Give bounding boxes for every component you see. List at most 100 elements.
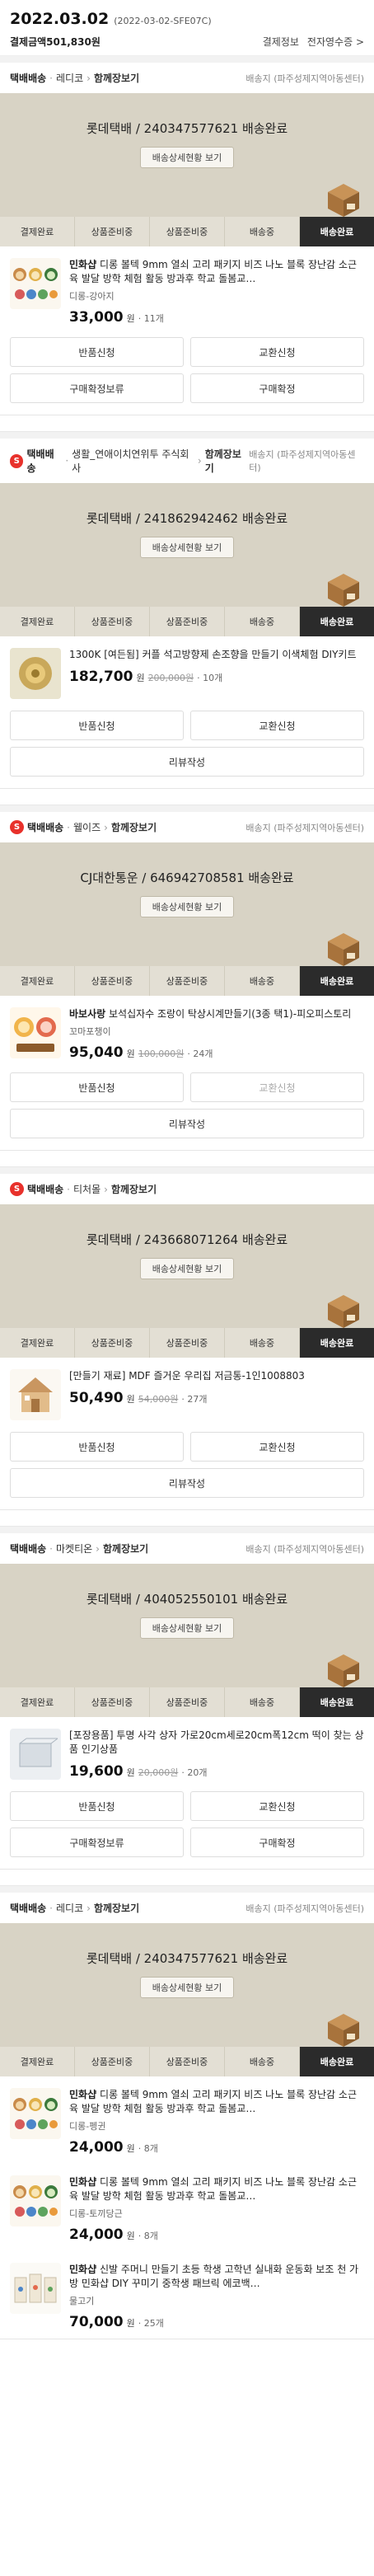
delivery-address[interactable]: 배송지 (파주성제지역아동센터) — [245, 1902, 364, 1915]
price-unit: 원 — [126, 1049, 135, 1059]
shop-together-link[interactable]: 함께장보기 — [94, 71, 139, 85]
order-action-button[interactable]: 반품신청 — [10, 1791, 184, 1821]
receipt-link[interactable]: 전자영수증 > — [307, 35, 364, 49]
seller-name[interactable]: 웰이즈 — [73, 820, 101, 834]
order-code: (2022-03-02-SFE07C) — [114, 16, 212, 26]
delivery-step: 배송완료 — [300, 1687, 374, 1717]
delivery-address[interactable]: 배송지 (파주성제지역아동센터) — [245, 821, 364, 834]
delivery-steps: 결제완료 상품준비중 상품준비중 배송중 배송완료 — [0, 2047, 374, 2076]
delivery-address[interactable]: 배송지 (파주성제지역아동센터) — [245, 1542, 364, 1555]
order-item[interactable]: 1300K [여든됨] 커플 석고방향제 손조향을 만들기 이색체험 DIY키트… — [0, 636, 374, 707]
order-action-button[interactable]: 교환신청 — [190, 1432, 364, 1462]
product-title[interactable]: 바보사랑 보석십자수 조랑이 탁상시계만들기(3종 택1)-피오피스토리 — [69, 1007, 364, 1021]
chevron-right-icon: › — [86, 72, 91, 84]
shop-together-link[interactable]: 함께장보기 — [103, 1541, 148, 1555]
product-thumbnail[interactable] — [10, 1729, 61, 1780]
order-item[interactable]: 바보사랑 보석십자수 조랑이 탁상시계만들기(3종 택1)-피오피스토리 꼬마포챙… — [0, 996, 374, 1069]
shop-together-link[interactable]: 함께장보기 — [94, 1901, 139, 1915]
seller-name[interactable]: 마켓티온 — [56, 1541, 92, 1555]
shipping-method: 택배배송 — [27, 822, 64, 833]
order-action-button[interactable]: 교환신청 — [190, 1791, 364, 1821]
order-item[interactable]: 민화샵 디롱 볼텍 9mm 열쇠 고리 패키지 비즈 나노 블록 장난감 소근육… — [0, 246, 374, 334]
order-item[interactable]: [만들기 재료] MDF 즐거운 우리집 저금통-1인1008803 50,490… — [0, 1358, 374, 1429]
product-thumbnail[interactable] — [10, 2263, 61, 2314]
delivery-detail-button[interactable]: 배송상세현황 보기 — [139, 1617, 235, 1639]
order-action-button[interactable]: 구매확정 — [190, 1828, 364, 1857]
delivery-step: 배송중 — [225, 1687, 300, 1717]
product-title[interactable]: 1300K [여든됨] 커플 석고방향제 손조향을 만들기 이색체험 DIY키트 — [69, 648, 364, 662]
shop-together-link[interactable]: 함께장보기 — [111, 1182, 157, 1196]
dot-separator-icon: · — [49, 72, 53, 84]
chevron-right-icon: > — [355, 36, 364, 48]
delivery-address[interactable]: 배송지 (파주성제지역아동센터) — [249, 448, 364, 474]
dot-separator-icon: · — [49, 1902, 53, 1914]
product-quantity: · 24개 — [187, 1049, 213, 1059]
order-action-button[interactable]: 구매확정보류 — [10, 373, 184, 403]
shop-together-link[interactable]: 함께장보기 — [205, 447, 250, 475]
product-thumbnail[interactable] — [10, 2175, 61, 2226]
product-brand: 민화샵 — [69, 259, 97, 270]
order-action-button[interactable]: 교환신청 — [190, 337, 364, 367]
seller-name[interactable]: 티처몰 — [73, 1182, 101, 1196]
section-gap — [0, 789, 374, 805]
product-title[interactable]: 민화샵 디롱 볼텍 9mm 열쇠 고리 패키지 비즈 나노 블록 장난감 소근육… — [69, 258, 364, 286]
order-action-button[interactable]: 교환신청 — [190, 711, 364, 740]
delivery-detail-button[interactable]: 배송상세현황 보기 — [139, 537, 235, 558]
product-title[interactable]: [만들기 재료] MDF 즐거운 우리집 저금통-1인1008803 — [69, 1369, 364, 1383]
product-quantity: · 11개 — [138, 313, 164, 324]
shop-together-link[interactable]: 함께장보기 — [111, 820, 157, 834]
order-summary-row: 결제금액501,830원 결제정보 전자영수증 > — [10, 35, 364, 49]
seller-name[interactable]: 레디코 — [56, 1901, 83, 1915]
dot-separator-icon: · — [65, 455, 69, 467]
order-action-button[interactable]: 구매확정보류 — [10, 1828, 184, 1857]
product-option: 디롱-토끼당근 — [69, 2208, 123, 2219]
price-row: 70,000 원 · 25개 — [69, 2314, 364, 2330]
delivery-step: 상품준비중 — [75, 217, 150, 246]
delivery-status-box: 롯데택배 / 240347577621 배송완료 배송상세현황 보기 — [0, 93, 374, 217]
order-action-button[interactable]: 리뷰작성 — [10, 747, 364, 777]
product-thumbnail[interactable] — [10, 2088, 61, 2139]
seller-name[interactable]: 레디코 — [56, 71, 83, 85]
delivery-detail-button[interactable]: 배송상세현황 보기 — [139, 1258, 235, 1279]
shipment-list: 택배배송 · 레디코 › 함께장보기 배송지 (파주성제지역아동센터) 롯데택배 / 240… — [0, 56, 374, 2339]
order-item[interactable]: [포장용품] 투명 사각 상자 가로20cm세로20cm폭12cm 떡이 찾는 … — [0, 1717, 374, 1788]
product-thumbnail[interactable] — [10, 258, 61, 309]
product-thumbnail[interactable] — [10, 1007, 61, 1058]
shipping-method: 택배배송 — [10, 73, 47, 84]
product-title[interactable]: 민화샵 신발 주머니 만들기 초등 학생 고학년 실내화 운동화 보조 천 가방… — [69, 2263, 364, 2291]
shipment-header: 택배배송 · 레디코 › 함께장보기 배송지 (파주성제지역아동센터) — [0, 63, 374, 93]
order-action-button[interactable]: 반품신청 — [10, 711, 184, 740]
product-price: 24,000 — [69, 2139, 124, 2156]
order-action-button[interactable]: 반품신청 — [10, 337, 184, 367]
order-action-button[interactable]: 반품신청 — [10, 1072, 184, 1102]
product-price: 24,000 — [69, 2226, 124, 2243]
delivery-detail-button[interactable]: 배송상세현황 보기 — [139, 147, 235, 168]
shipment-card: 택배배송 · 레디코 › 함께장보기 배송지 (파주성제지역아동센터) 롯데택배 / 240… — [0, 1893, 374, 2339]
delivery-detail-button[interactable]: 배송상세현황 보기 — [139, 1977, 235, 1998]
product-title[interactable]: 민화샵 디롱 볼텍 9mm 열쇠 고리 패키지 비즈 나노 블록 장난감 소근육… — [69, 2088, 364, 2116]
order-item[interactable]: 민화샵 디롱 볼텍 9mm 열쇠 고리 패키지 비즈 나노 블록 장난감 소근육… — [0, 2076, 374, 2164]
delivery-step: 상품준비중 — [150, 1328, 225, 1358]
order-action-button[interactable]: 리뷰작성 — [10, 1468, 364, 1498]
product-quantity: · 27개 — [181, 1394, 208, 1405]
product-title[interactable]: [포장용품] 투명 사각 상자 가로20cm세로20cm폭12cm 떡이 찾는 … — [69, 1729, 364, 1757]
parcel-box-icon — [325, 1292, 362, 1328]
product-title-text: 디롱 볼텍 9mm 열쇠 고리 패키지 비즈 나노 블록 장난감 소근육 발달 … — [69, 2176, 357, 2202]
order-action-button[interactable]: 반품신청 — [10, 1432, 184, 1462]
order-action-button[interactable]: 리뷰작성 — [10, 1109, 364, 1138]
shipment-card: S 택배배송 · 티처몰 › 함께장보기 롯데택배 / 243668071264 배송완료 배… — [0, 1174, 374, 1510]
delivery-address[interactable]: 배송지 (파주성제지역아동센터) — [245, 72, 364, 85]
price-unit: 원 — [126, 2231, 135, 2241]
payment-info-link[interactable]: 결제정보 — [263, 35, 299, 49]
seller-name[interactable]: 생활_연애이치연위투 주식회사 — [72, 447, 194, 475]
delivery-detail-button[interactable]: 배송상세현황 보기 — [139, 896, 235, 917]
order-item[interactable]: 민화샵 디롱 볼텍 9mm 열쇠 고리 패키지 비즈 나노 블록 장난감 소근육… — [0, 2164, 374, 2251]
product-thumbnail[interactable] — [10, 648, 61, 699]
order-action-button[interactable]: 교환신청 — [190, 1072, 364, 1102]
dot-separator-icon: · — [67, 1183, 70, 1195]
delivery-step: 상품준비중 — [75, 2047, 150, 2076]
order-action-button[interactable]: 구매확정 — [190, 373, 364, 403]
order-item[interactable]: 민화샵 신발 주머니 만들기 초등 학생 고학년 실내화 운동화 보조 천 가방… — [0, 2251, 374, 2339]
product-thumbnail[interactable] — [10, 1369, 61, 1420]
product-title[interactable]: 민화샵 디롱 볼텍 9mm 열쇠 고리 패키지 비즈 나노 블록 장난감 소근육… — [69, 2175, 364, 2203]
